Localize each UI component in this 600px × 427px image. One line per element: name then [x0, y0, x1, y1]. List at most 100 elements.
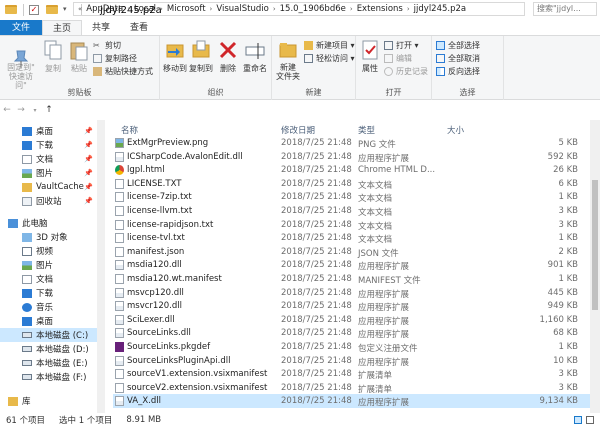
details-view-icon[interactable]: [574, 416, 582, 424]
breadcrumb-item[interactable]: 15.0_1906bd6e: [280, 4, 346, 14]
forward-icon[interactable]: →: [14, 105, 28, 115]
file-size: 6 KB: [558, 178, 578, 189]
table-row[interactable]: license-rapidjson.txt 2018/7/25 21:48 文本文档…: [113, 218, 590, 232]
copy-path-button[interactable]: 复制路径: [93, 53, 137, 64]
scrollbar-thumb[interactable]: [592, 180, 598, 310]
nav-item-desktop[interactable]: 桌面 📌: [0, 124, 97, 138]
breadcrumb-item[interactable]: VisualStudio: [216, 4, 268, 14]
table-row[interactable]: SourceLinks.dll 2018/7/25 21:48 应用程序扩展 68 K…: [113, 326, 590, 340]
cube-icon: [22, 232, 32, 242]
new-folder-button[interactable]: 新建 文件夹: [274, 39, 302, 81]
move-to-button[interactable]: 移动到: [162, 39, 188, 74]
cut-button[interactable]: ✂ 剪切: [93, 40, 121, 51]
table-row[interactable]: license-7zip.txt 2018/7/25 21:48 文本文档 1 KB: [113, 190, 590, 204]
table-row[interactable]: VA_X.dll 2018/7/25 21:48 应用程序扩展 9,134 KB: [113, 394, 590, 408]
up-icon[interactable]: ↑: [42, 105, 56, 115]
paste-shortcut-button[interactable]: 粘贴快捷方式: [93, 66, 153, 77]
breadcrumb-item[interactable]: Extensions: [357, 4, 403, 14]
table-row[interactable]: sourceV1.extension.vsixmanifest 2018/7/25…: [113, 367, 590, 381]
table-row[interactable]: SciLexer.dll 2018/7/25 21:48 应用程序扩展 1,160 K…: [113, 313, 590, 327]
chevron-right-icon[interactable]: ›: [127, 5, 130, 13]
recent-locations-icon[interactable]: ▾: [28, 107, 42, 114]
address-bar[interactable]: « AppData › Local › Microsoft › VisualSt…: [73, 2, 525, 16]
nav-scrollbar[interactable]: [97, 120, 105, 413]
pin-quick-access-button[interactable]: 固定到" 快速访问": [4, 39, 38, 90]
new-folder-quick-icon[interactable]: [46, 5, 58, 15]
table-row[interactable]: license-llvm.txt 2018/7/25 21:48 文本文档 3 KB: [113, 204, 590, 218]
nav-item-libraries[interactable]: 库: [0, 394, 97, 408]
column-size-header[interactable]: 大小: [447, 124, 464, 136]
nav-item-downloads-pc[interactable]: 下载: [0, 286, 97, 300]
chevron-right-icon[interactable]: ›: [350, 5, 353, 13]
nav-item-videos[interactable]: 视频: [0, 244, 97, 258]
column-date-header[interactable]: 修改日期: [281, 124, 315, 136]
table-row[interactable]: SourceLinks.pkgdef 2018/7/25 21:48 包定义注册文件…: [113, 340, 590, 354]
breadcrumb-item[interactable]: Microsoft: [167, 4, 206, 14]
file-dll-icon: [115, 151, 124, 162]
nav-item-this-pc[interactable]: 此电脑: [0, 216, 97, 230]
group-label: 选择: [459, 88, 476, 97]
tab-view[interactable]: 查看: [120, 20, 158, 35]
nav-item-recycle-bin[interactable]: 回收站 📌: [0, 194, 97, 208]
tab-share[interactable]: 共享: [82, 20, 120, 35]
nav-item-vaultcache[interactable]: VaultCache 📌: [0, 180, 97, 194]
table-row[interactable]: msvcp120.dll 2018/7/25 21:48 应用程序扩展 445 KB: [113, 286, 590, 300]
invert-selection-button[interactable]: 反向选择: [436, 66, 480, 77]
easy-access-button[interactable]: 轻松访问 ▾: [304, 53, 355, 64]
breadcrumb-item[interactable]: Local: [134, 4, 156, 14]
paste-button[interactable]: 粘贴: [68, 39, 90, 74]
select-none-button[interactable]: 全部取消: [436, 53, 480, 64]
copy-button[interactable]: 复制: [42, 39, 64, 74]
breadcrumb-item[interactable]: jjdyl245.p2a: [414, 4, 466, 14]
table-row[interactable]: lgpl.html 2018/7/25 21:48 Chrome HTML D...…: [113, 163, 590, 177]
nav-item-drive-c[interactable]: 本地磁盘 (C:): [0, 328, 97, 342]
nav-item-3d-objects[interactable]: 3D 对象: [0, 230, 97, 244]
select-group: 全部选择 全部取消 反向选择 选择: [432, 36, 504, 100]
new-item-button[interactable]: 新建项目 ▾: [304, 40, 355, 51]
table-row[interactable]: ExtMgrPreview.png 2018/7/25 21:48 PNG 文件 5 …: [113, 136, 590, 150]
nav-item-documents[interactable]: 文档 📌: [0, 152, 97, 166]
table-row[interactable]: manifest.json 2018/7/25 21:48 JSON 文件 2 KB: [113, 245, 590, 259]
table-row[interactable]: SourceLinksPluginApi.dll 2018/7/25 21:48 应…: [113, 354, 590, 368]
chevron-right-icon[interactable]: ›: [407, 5, 410, 13]
nav-item-documents-pc[interactable]: 文档: [0, 272, 97, 286]
nav-item-drive-f[interactable]: 本地磁盘 (F:): [0, 370, 97, 384]
table-row[interactable]: license-tvl.txt 2018/7/25 21:48 文本文档 1 KB: [113, 231, 590, 245]
nav-item-downloads[interactable]: 下载 📌: [0, 138, 97, 152]
tab-home[interactable]: 主页: [42, 20, 83, 35]
nav-item-music[interactable]: 音乐: [0, 300, 97, 314]
open-button[interactable]: 打开 ▾: [384, 40, 419, 51]
nav-item-drive-d[interactable]: 本地磁盘 (D:): [0, 342, 97, 356]
history-button[interactable]: 历史记录: [384, 66, 428, 77]
nav-item-pictures[interactable]: 图片 📌: [0, 166, 97, 180]
copy-to-button[interactable]: 复制到: [188, 39, 214, 74]
properties-check-icon[interactable]: ✓: [29, 5, 41, 15]
search-input[interactable]: 搜索"jjdyl...: [533, 2, 597, 16]
table-row[interactable]: ICSharpCode.AvalonEdit.dll 2018/7/25 21:4…: [113, 150, 590, 164]
table-row[interactable]: LICENSE.TXT 2018/7/25 21:48 文本文档 6 KB: [113, 177, 590, 191]
column-name-header[interactable]: 名称: [121, 124, 138, 136]
properties-button[interactable]: 属性: [358, 39, 382, 74]
table-row[interactable]: msdia120.wt.manifest 2018/7/25 21:48 MANIF…: [113, 272, 590, 286]
table-row[interactable]: sourceV2.extension.vsixmanifest 2018/7/25…: [113, 381, 590, 395]
column-type-header[interactable]: 类型: [358, 124, 375, 136]
delete-button[interactable]: 删除: [217, 39, 239, 74]
back-icon[interactable]: ←: [0, 105, 14, 115]
nav-item-desktop-pc[interactable]: 桌面: [0, 314, 97, 328]
file-list-scrollbar[interactable]: [590, 120, 600, 413]
select-all-button[interactable]: 全部选择: [436, 40, 480, 51]
table-row[interactable]: msdia120.dll 2018/7/25 21:48 应用程序扩展 901 KB: [113, 258, 590, 272]
chevron-right-icon[interactable]: ›: [210, 5, 213, 13]
table-row[interactable]: msvcr120.dll 2018/7/25 21:48 应用程序扩展 949 KB: [113, 299, 590, 313]
chevron-right-icon[interactable]: ›: [273, 5, 276, 13]
nav-item-drive-e[interactable]: 本地磁盘 (E:): [0, 356, 97, 370]
nav-item-pictures-pc[interactable]: 图片: [0, 258, 97, 272]
large-icons-view-icon[interactable]: [586, 416, 594, 424]
edit-button[interactable]: 编辑: [384, 53, 412, 64]
tab-file[interactable]: 文件: [0, 20, 43, 35]
file-type: 文本文档: [358, 180, 393, 191]
breadcrumb-item[interactable]: AppData: [86, 4, 123, 14]
edit-icon: [384, 54, 393, 63]
chevron-right-icon[interactable]: ›: [160, 5, 163, 13]
rename-button[interactable]: 重命名: [240, 39, 270, 74]
